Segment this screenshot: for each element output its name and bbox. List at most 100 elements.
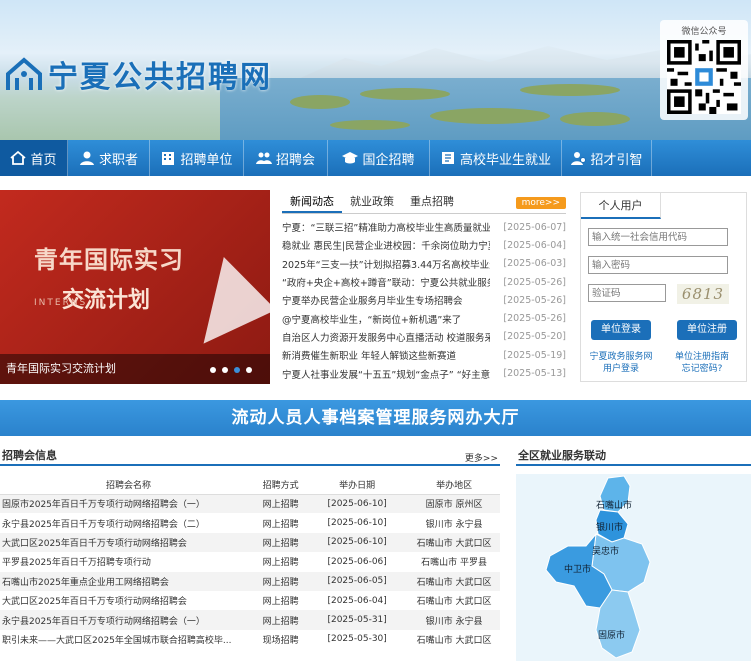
table-row[interactable]: 平罗县2025年百日千万招聘专项行动 网上招聘 [2025-06-06] 石嘴山市 平… [0,552,500,571]
table-cell[interactable]: 石嘴山市2025年重点企业用工网络招聘会 [0,571,256,591]
table-row[interactable]: 石嘴山市2025年重点企业用工网络招聘会 网上招聘 [2025-06-05] 石嘴山市… [0,571,500,591]
tab-news[interactable]: 新闻动态 [282,192,342,213]
register-guide-link[interactable]: 单位注册指南 忘记密码? [667,351,737,375]
news-item[interactable]: “政府+央企+高校+蹲音”联动：宁夏公共就业服务进 [2025-05-26] [282,273,566,291]
news-panel: 新闻动态 就业政策 重点招聘 more>> 宁夏：“三联三招”精准助力高校毕业生… [282,192,566,382]
col-header: 招聘方式 [255,476,307,495]
table-cell[interactable]: 大武口区2025年百日千万专项行动网络招聘会 [0,532,256,553]
banner-line1: 青年国际实习 [34,246,184,274]
nav-job-fair[interactable]: 招聘会 [244,140,328,176]
table-row[interactable]: 永宁县2025年百日千万专项行动网络招聘会（一） 网上招聘 [2025-05-31]… [0,610,500,630]
graduation-icon [342,152,359,164]
table-cell[interactable]: 固原市2025年百日千万专项行动网络招聘会（一） [0,494,256,514]
archive-service-banner[interactable]: 流动人员人事档案管理服务网办大厅 [0,400,751,436]
ningxia-map-svg: 石嘴山市 银川市 吴忠市 中卫市 固原市 [545,475,651,659]
table-cell: 网上招聘 [262,519,299,530]
nav-label: 招才引智 [590,152,643,168]
news-item[interactable]: 自治区人力资源开发服务中心直播活动 校道服务采购 [2025-05-20] [282,328,566,346]
password-input[interactable] [588,256,728,274]
captcha-image[interactable]: 6813 [677,284,729,304]
news-more-button[interactable]: more>> [515,197,566,209]
reed-island [430,108,550,124]
news-item[interactable]: 宁夏：“三联三招”精准助力高校毕业生高质量就业 [2025-06-07] [282,218,566,236]
map-label-shizuishan: 石嘴山市 [596,499,632,511]
news-item[interactable]: 宁夏人社事业发展“十五五”规划“金点子” “好主意 [2025-05-13] [282,364,566,382]
table-row[interactable]: 固原市2025年百日千万专项行动网络招聘会（一） 网上招聘 [2025-06-10]… [0,494,500,514]
table-cell: [2025-05-30] [327,634,387,645]
register-button[interactable]: 单位注册 [677,320,737,340]
map-label-wuzhong: 吴忠市 [592,545,619,557]
banner-carousel[interactable]: 青年国际实习 交流计划 INTERNS 青年国际实习交流计划 [0,190,270,384]
table-row[interactable]: 永宁县2025年百日千万专项行动网络招聘会（二） 网上招聘 [2025-06-10]… [0,513,500,532]
nav-jobseeker[interactable]: 求职者 [68,140,150,176]
nav-label: 高校毕业生就业 [459,152,551,168]
nav-talent[interactable]: 招才引智 [562,140,652,176]
user-icon [79,151,94,165]
news-date: [2025-06-07] [503,221,566,233]
news-item[interactable]: 新消费催生新职业 年轻人解锁这些新赛道 [2025-05-19] [282,346,566,364]
news-item[interactable]: 稳就业 惠民生|民营企业进校园：千余岗位助力宁夏 [2025-06-04] [282,236,566,254]
table-cell: 石嘴山市 大武口区 [416,597,492,608]
job-fair-section: 招聘会信息 更多>> 招聘会名称 招聘方式 举办日期 举办地区 固原市2025年… [0,448,500,649]
table-cell: 石嘴山市 大武口区 [408,571,500,591]
table-cell: [2025-06-10] [306,532,409,553]
section-title: 招聘会信息 [2,449,57,462]
job-fair-rows: 固原市2025年百日千万专项行动网络招聘会（一） 网上招聘 [2025-06-10]… [0,494,500,649]
nav-label: 求职者 [98,152,138,168]
building-icon [162,152,175,165]
nav-label: 首页 [30,152,57,168]
carousel-dot[interactable] [222,367,228,373]
site-header: 宁夏公共招聘网 微信公众号 [0,0,751,140]
person-badge-icon [571,152,587,165]
table-cell: 固原市 原州区 [408,494,500,514]
carousel-dot-active[interactable] [234,367,240,373]
table-row[interactable]: 大武口区2025年百日千万专项行动网络招聘会 网上招聘 [2025-06-04] 石嘴… [0,591,500,610]
carousel-dot[interactable] [210,367,216,373]
nav-graduate-employment[interactable]: 高校毕业生就业 [430,140,562,176]
carousel-dot[interactable] [246,367,252,373]
table-cell[interactable]: 平罗县2025年百日千万招聘专项行动 [0,552,255,571]
fairs-more-link[interactable]: 更多>> [465,451,498,464]
group-icon [255,152,272,164]
section-title: 全区就业服务联动 [518,449,606,462]
news-item[interactable]: @宁夏高校毕业生，“新岗位+新机遇”来了 [2025-05-26] [282,309,566,327]
section-header: 招聘会信息 更多>> [0,448,500,466]
credit-code-input[interactable] [588,228,728,246]
news-item[interactable]: 2025年“三支一扶”计划拟招募3.44万名高校毕业生 [2025-06-03] [282,255,566,273]
table-row[interactable]: 职引未来——大武口区2025年全国城市联合招聘高校毕... 现场招聘 [2025-0… [0,630,500,649]
login-button[interactable]: 单位登录 [591,320,651,340]
site-logo[interactable]: 宁夏公共招聘网 [4,52,272,96]
table-cell: 网上招聘 [262,597,299,608]
nav-soe-recruit[interactable]: 国企招聘 [328,140,430,176]
nav-home[interactable]: 首页 [0,140,68,176]
section-header: 全区就业服务联动 [516,448,751,466]
news-title: “政府+央企+高校+蹲音”联动：宁夏公共就业服务进 [282,278,490,290]
table-cell: 银川市 永宁县 [408,610,500,630]
col-header: 举办地区 [408,476,500,495]
table-cell[interactable]: 大武口区2025年百日千万专项行动网络招聘会 [0,591,255,610]
tab-personal-user[interactable]: 个人用户 [581,193,661,219]
news-date: [2025-05-13] [503,368,566,380]
tab-policy[interactable]: 就业政策 [342,192,402,213]
news-title: 新消费催生新职业 年轻人解锁这些新赛道 [282,351,457,363]
table-cell: 网上招聘 [262,558,299,569]
login-panel: 个人用户 6813 单位登录 单位注册 宁夏政务服务网 用户登录 单位注册指南 … [580,192,747,382]
table-cell[interactable]: 永宁县2025年百日千万专项行动网络招聘会（一） [0,610,256,630]
reed-island [290,95,350,109]
news-date: [2025-05-26] [503,313,566,325]
table-cell[interactable]: 永宁县2025年百日千万专项行动网络招聘会（二） [0,513,255,532]
news-item[interactable]: 宁夏举办民营企业服务月毕业生专场招聘会 [2025-05-26] [282,291,566,309]
table-cell: 银川市 永宁县 [425,519,483,530]
table-row[interactable]: 大武口区2025年百日千万专项行动网络招聘会 网上招聘 [2025-06-10] 石嘴… [0,532,500,553]
table-cell: 石嘴山市 大武口区 [416,635,492,646]
nav-employer[interactable]: 招聘单位 [150,140,244,176]
gov-service-login-link[interactable]: 宁夏政务服务网 用户登录 [586,351,656,375]
news-date: [2025-06-04] [503,239,566,251]
news-title: 2025年“三支一扶”计划拟招募3.44万名高校毕业生 [282,259,490,271]
news-title: 自治区人力资源开发服务中心直播活动 校道服务采购 [282,332,490,344]
captcha-input[interactable] [588,284,666,302]
main-nav: 首页 求职者 招聘单位 招聘会 国企招聘 高校毕业生就业 招才引智 [0,140,751,176]
table-cell[interactable]: 职引未来——大武口区2025年全国城市联合招聘高校毕... [0,630,255,649]
ningxia-map: 石嘴山市 银川市 吴忠市 中卫市 固原市 [516,474,751,661]
tab-key-recruit[interactable]: 重点招聘 [402,192,462,213]
